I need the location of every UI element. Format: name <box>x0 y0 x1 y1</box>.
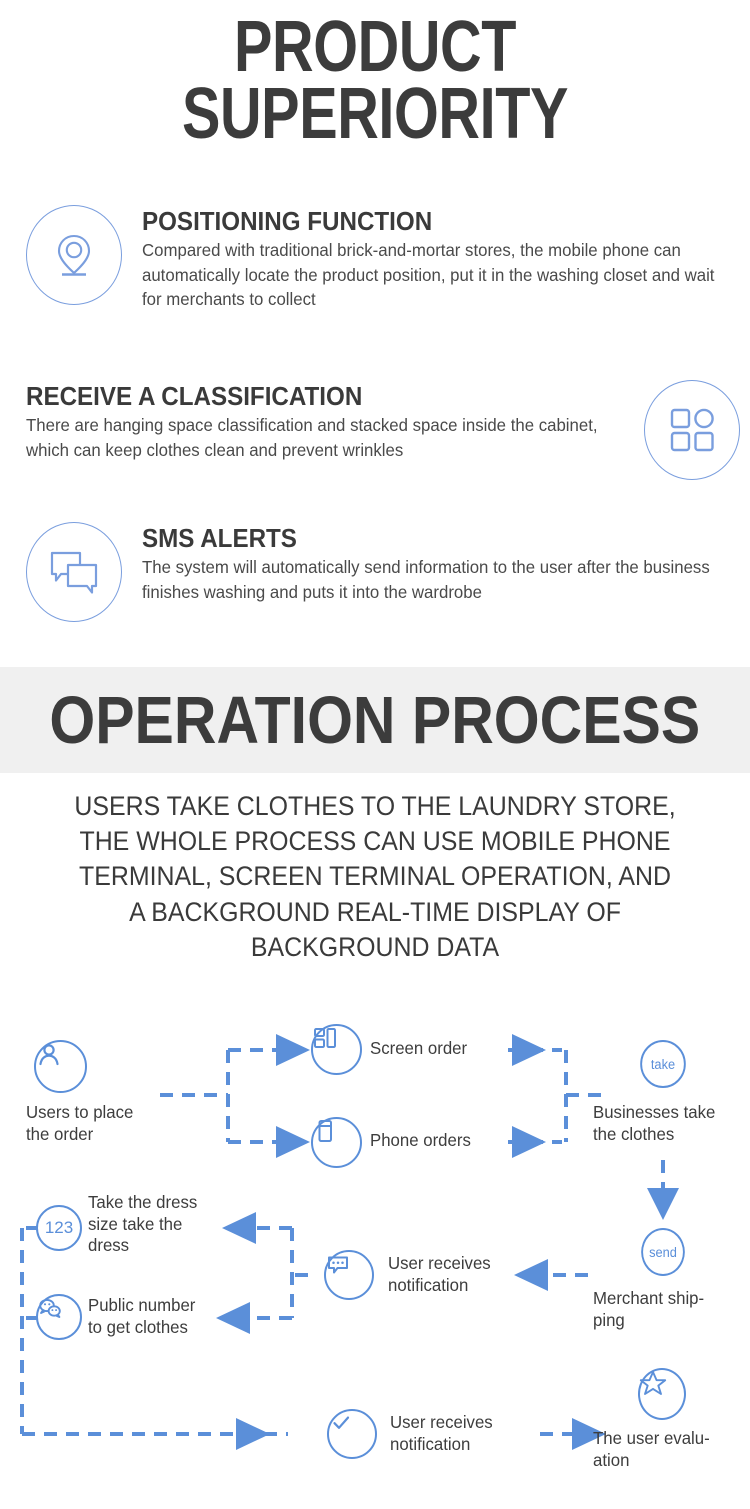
wechat-icon <box>36 1294 82 1340</box>
feature-icon-wrap <box>24 522 124 622</box>
flow-label-notify-bottom: User receives notification <box>390 1412 493 1454</box>
flow-node-notify-mid <box>324 1250 374 1300</box>
feature-text: SMS ALERTS The system will automatically… <box>142 522 742 604</box>
grid-classification-icon <box>644 380 740 480</box>
feature-icon-wrap <box>24 205 124 305</box>
feature-body: There are hanging space classification a… <box>26 415 598 460</box>
number-123-icon: 123 <box>36 1205 82 1251</box>
feature-title: POSITIONING FUNCTION <box>142 206 433 236</box>
flow-node-send: send <box>640 1228 686 1276</box>
flow-node-notify-bottom <box>327 1409 377 1459</box>
flow-label-notify-mid: User receives notification <box>388 1253 491 1295</box>
check-circle-icon <box>327 1409 377 1459</box>
feature-block-positioning: POSITIONING FUNCTION Compared with tradi… <box>24 205 744 312</box>
flow-arrowheads <box>216 1034 679 1450</box>
page-title-line2: SUPERIORITY <box>181 73 569 154</box>
feature-title: SMS ALERTS <box>142 523 297 553</box>
feature-body: The system will automatically send infor… <box>142 557 710 602</box>
flow-label-user-order: Users to place the order <box>26 1102 134 1144</box>
star-rating-icon <box>638 1368 686 1420</box>
flow-node-phone-orders <box>311 1117 362 1168</box>
phone-order-icon <box>311 1117 362 1168</box>
subtitle-line4: A BACKGROUND REAL-TIME DISPLAY OF <box>129 896 621 927</box>
subtitle-line2: THE WHOLE PROCESS CAN USE MOBILE PHONE <box>79 826 671 857</box>
operation-process-banner: OPERATION PROCESS <box>0 667 750 773</box>
send-badge: send <box>641 1228 685 1276</box>
flow-node-evaluation <box>638 1368 686 1420</box>
flow-label-screen-order: Screen order <box>370 1038 468 1058</box>
feature-block-sms: SMS ALERTS The system will automatically… <box>24 522 744 622</box>
flow-node-take: take <box>639 1040 687 1088</box>
flow-label-phone-orders: Phone orders <box>370 1130 471 1150</box>
operation-flowchart: Users to place the order Screen order Ph… <box>0 1000 750 1509</box>
flow-node-screen-order <box>311 1024 362 1075</box>
feature-title: RECEIVE A CLASSIFICATION <box>26 381 363 411</box>
take-badge: take <box>640 1040 686 1088</box>
feature-icon-wrap <box>642 380 742 480</box>
infographic-page: PRODUCT SUPERIORITY POSITIONING FUNCTION… <box>0 0 750 1509</box>
process-subtitle: USERS TAKE CLOTHES TO THE LAUNDRY STORE,… <box>23 789 728 965</box>
feature-block-classification: RECEIVE A CLASSIFICATION There are hangi… <box>26 380 742 480</box>
user-icon <box>34 1040 87 1093</box>
flow-label-evaluation: The user evalu- ation <box>593 1428 710 1470</box>
flow-label-take-dress: Take the dress size take the dress <box>88 1192 198 1256</box>
flow-node-public-number <box>36 1294 82 1340</box>
screen-order-icon <box>311 1024 362 1075</box>
page-title: PRODUCT SUPERIORITY <box>75 11 675 154</box>
flow-label-send: Merchant ship- ping <box>593 1288 705 1330</box>
message-dots-icon <box>324 1250 374 1300</box>
flow-label-take: Businesses take the clothes <box>593 1102 716 1144</box>
location-pin-icon <box>26 205 122 305</box>
feature-text: POSITIONING FUNCTION Compared with tradi… <box>142 205 742 312</box>
feature-text: RECEIVE A CLASSIFICATION There are hangi… <box>26 380 626 462</box>
subtitle-line1: USERS TAKE CLOTHES TO THE LAUNDRY STORE, <box>74 791 676 821</box>
subtitle-line3: TERMINAL, SCREEN TERMINAL OPERATION, AND <box>79 861 671 892</box>
flow-node-take-dress: 123 <box>36 1205 82 1251</box>
banner-title: OPERATION PROCESS <box>49 682 701 758</box>
feature-body: Compared with traditional brick-and-mort… <box>142 240 715 310</box>
flow-node-user-order <box>34 1040 87 1093</box>
flow-label-public-number: Public number to get clothes <box>88 1295 196 1337</box>
chat-bubbles-icon <box>26 522 122 622</box>
subtitle-line5: BACKGROUND DATA <box>250 931 500 962</box>
